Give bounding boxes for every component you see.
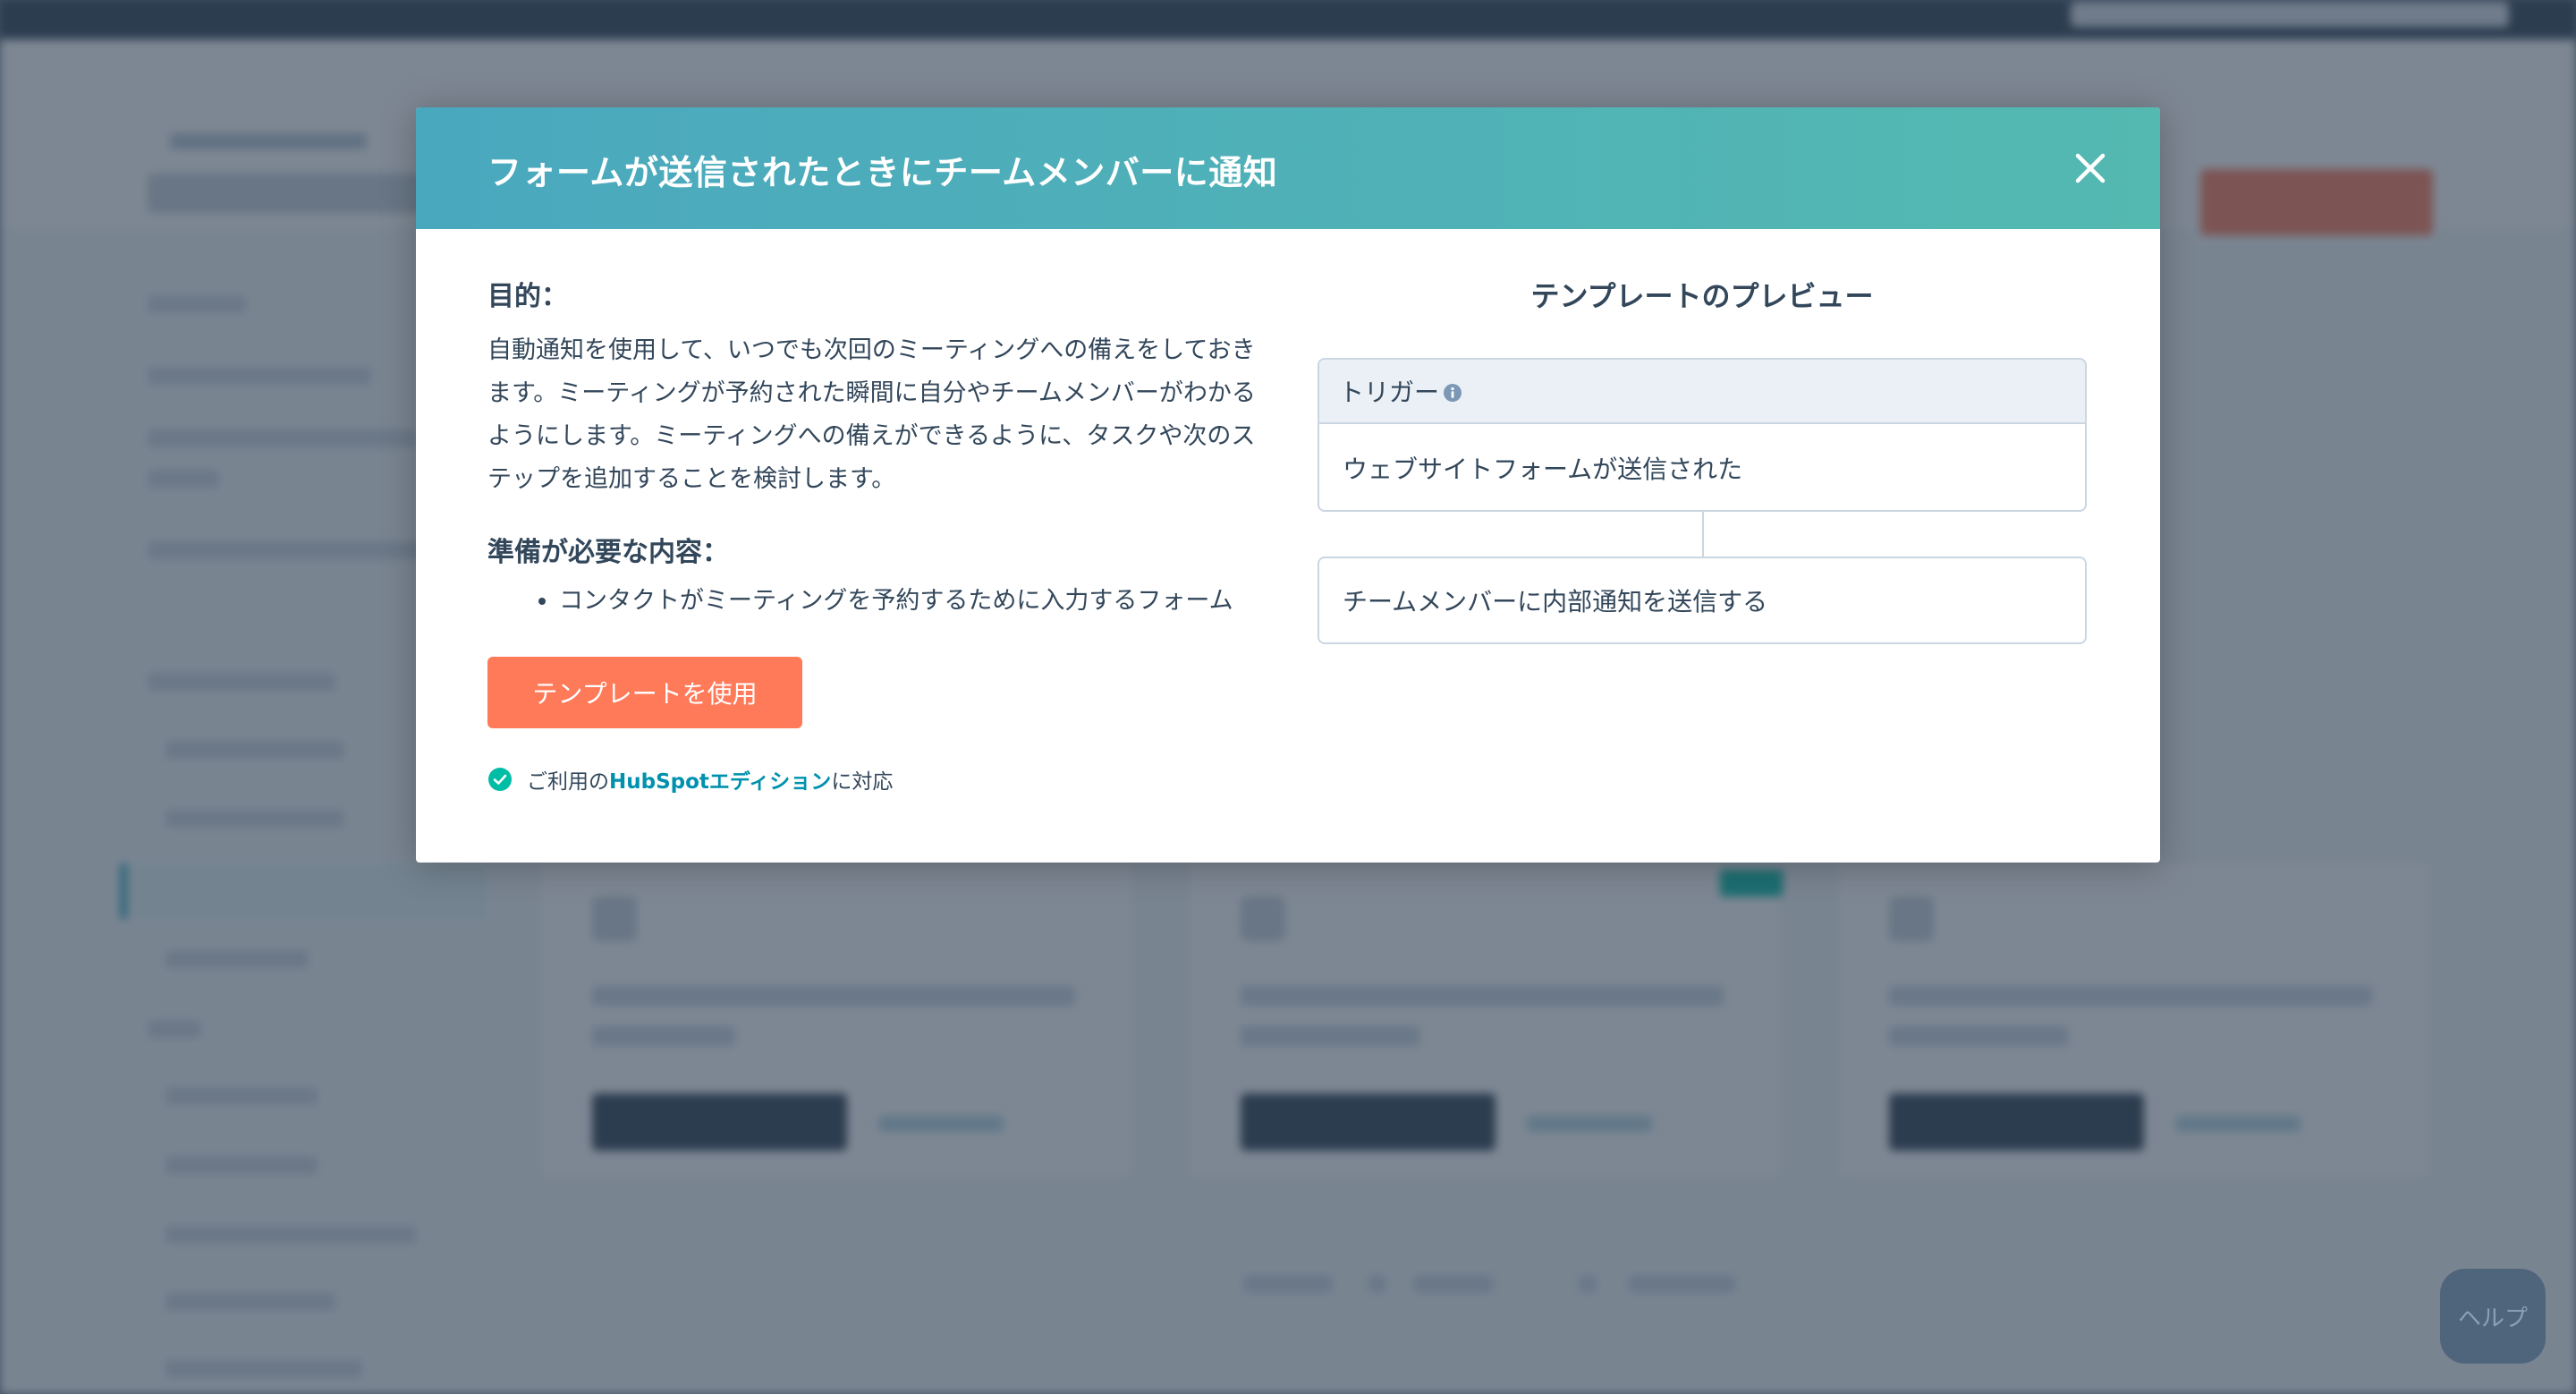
close-icon bbox=[2075, 153, 2106, 183]
template-details: 目的： 自動通知を使用して、いつでも次回のミーティングへの備えをしておきます。ミ… bbox=[487, 274, 1257, 795]
trigger-label: トリガー bbox=[1339, 378, 1440, 407]
template-preview-modal: フォームが送信されたときにチームメンバーに通知 目的： 自動通知を使用して、いつ… bbox=[416, 107, 2160, 863]
edition-compatibility: ご利用の HubSpotエディション に対応 bbox=[487, 764, 1257, 795]
action-card: チームメンバーに内部通知を送信する bbox=[1318, 557, 2087, 644]
edition-prefix: ご利用の bbox=[527, 770, 609, 794]
info-icon[interactable] bbox=[1443, 383, 1462, 403]
trigger-header: トリガー bbox=[1319, 360, 2085, 424]
help-button[interactable]: ヘルプ bbox=[2440, 1269, 2546, 1364]
trigger-card: トリガー ウェブサイトフォームが送信された bbox=[1318, 358, 2087, 512]
requirements-list: コンタクトがミーティングを予約するために入力するフォーム bbox=[487, 582, 1257, 621]
preview-heading: テンプレートのプレビュー bbox=[1530, 279, 1874, 313]
purpose-heading: 目的： bbox=[487, 281, 568, 312]
use-template-button[interactable]: テンプレートを使用 bbox=[487, 657, 802, 728]
trigger-value: ウェブサイトフォームが送信された bbox=[1343, 455, 1743, 484]
workflow-connector bbox=[1702, 512, 1704, 557]
purpose-description: 自動通知を使用して、いつでも次回のミーティングへの備えをしておきます。ミーティン… bbox=[487, 336, 1256, 493]
hubspot-edition-link[interactable]: HubSpotエディション bbox=[609, 764, 831, 795]
modal-header: フォームが送信されたときにチームメンバーに通知 bbox=[416, 107, 2160, 229]
edition-suffix: に対応 bbox=[831, 770, 894, 794]
list-item: コンタクトがミーティングを予約するために入力するフォーム bbox=[559, 582, 1257, 621]
modal-title: フォームが送信されたときにチームメンバーに通知 bbox=[487, 153, 1278, 192]
requirements-heading: 準備が必要な内容： bbox=[487, 537, 729, 568]
check-circle-icon bbox=[488, 768, 512, 791]
close-button[interactable] bbox=[2065, 143, 2115, 193]
